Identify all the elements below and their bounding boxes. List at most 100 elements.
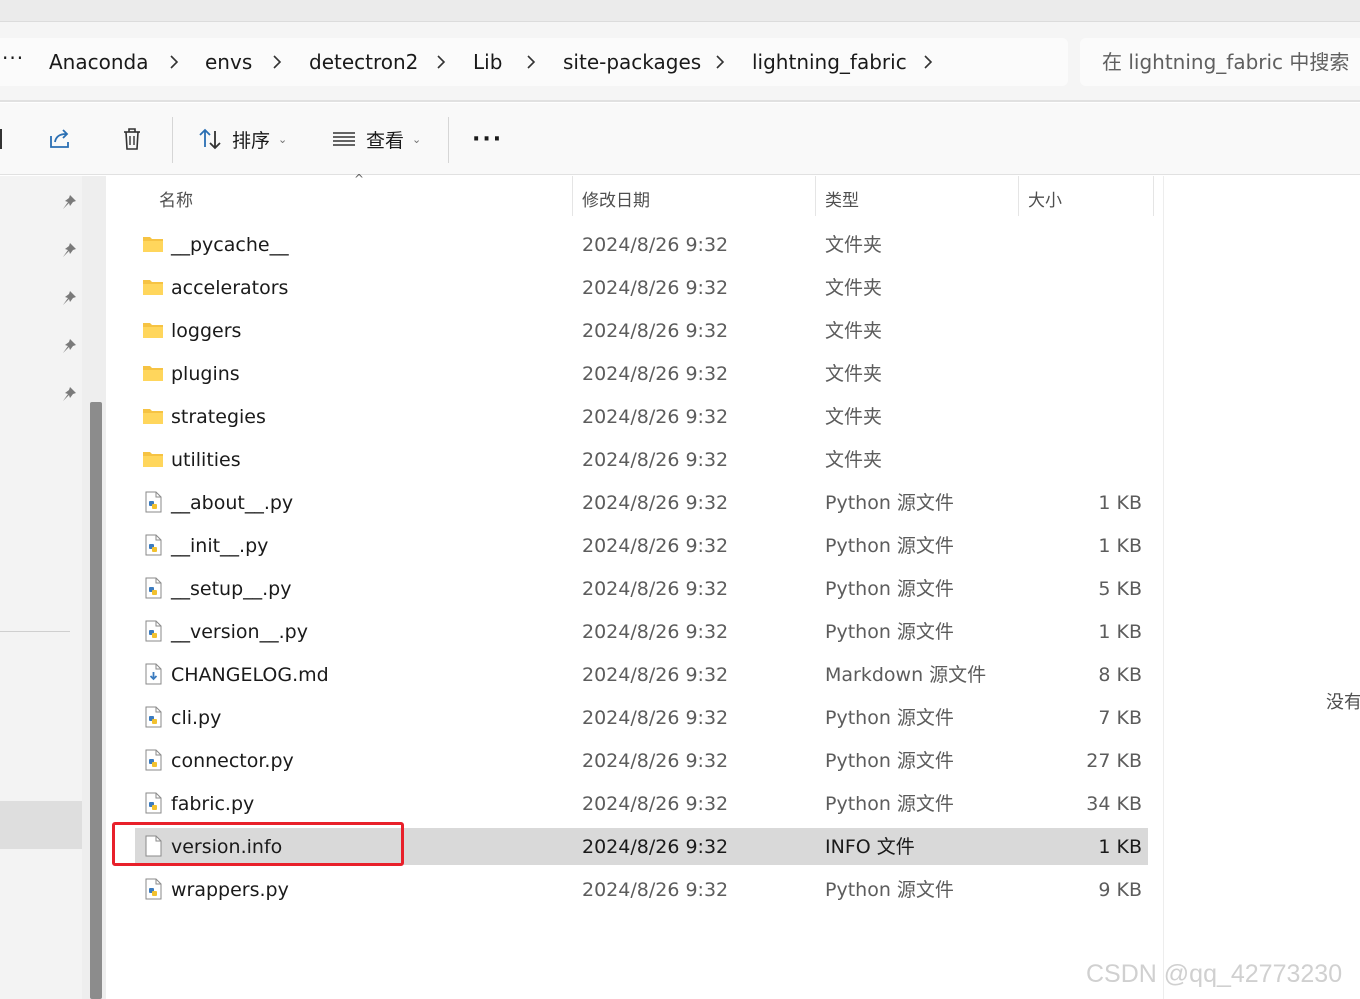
folder-icon [141,447,165,471]
file-modified-date: 2024/8/26 9:32 [582,707,729,729]
column-divider[interactable] [1018,176,1019,216]
nav-divider [0,631,70,632]
file-size: 1 KB [1098,535,1142,557]
sort-icon [199,128,221,150]
file-row[interactable]: accelerators 2024/8/26 9:32 文件夹 [135,269,1148,306]
chevron-right-icon[interactable] [521,52,541,72]
file-size: 1 KB [1098,621,1142,643]
nav-scrollbar-thumb[interactable] [90,402,102,999]
watermark: CSDN @qq_42773230 [1086,960,1343,988]
file-row[interactable]: utilities 2024/8/26 9:32 文件夹 [135,441,1148,478]
folder-icon [141,404,165,428]
column-header-size[interactable]: 大小 [1028,186,1062,211]
file-size: 9 KB [1098,879,1142,901]
file-modified-date: 2024/8/26 9:32 [582,750,729,772]
file-row[interactable]: __init__.py 2024/8/26 9:32 Python 源文件 1 KB [135,527,1148,564]
file-row[interactable]: strategies 2024/8/26 9:32 文件夹 [135,398,1148,435]
share-button[interactable] [46,119,74,159]
column-divider[interactable] [815,176,816,216]
delete-button[interactable] [118,119,146,159]
nav-selected-item[interactable] [0,801,82,849]
file-name: __init__.py [171,535,269,557]
file-modified-date: 2024/8/26 9:32 [582,578,729,600]
pin-icon[interactable] [60,289,78,307]
more-options-button[interactable]: ··· [472,119,503,159]
file-modified-date: 2024/8/26 9:32 [582,320,729,342]
annotation-highlight-box [112,822,404,866]
file-name: __pycache__ [171,234,289,256]
file-modified-date: 2024/8/26 9:32 [582,492,729,514]
file-name: plugins [171,363,240,385]
file-row[interactable]: connector.py 2024/8/26 9:32 Python 源文件 27 K… [135,742,1148,779]
file-row[interactable]: __pycache__ 2024/8/26 9:32 文件夹 [135,226,1148,263]
file-name: connector.py [171,750,294,772]
file-row[interactable]: wrappers.py 2024/8/26 9:32 Python 源文件 9 KB [135,871,1148,908]
command-bar: 排序 ⌄ 查看 ⌄ ··· [0,103,1360,175]
view-label: 查看 [366,129,405,152]
column-header-type[interactable]: 类型 [825,186,859,211]
pin-icon[interactable] [60,193,78,211]
file-row[interactable]: CHANGELOG.md 2024/8/26 9:32 Markdown 源文件 8 … [135,656,1148,693]
file-name: accelerators [171,277,289,299]
file-type: 文件夹 [825,449,883,471]
column-divider[interactable] [1153,176,1154,216]
file-type: Python 源文件 [825,707,954,729]
breadcrumb-item-lightning-fabric[interactable]: lightning_fabric [752,50,907,74]
sort-button[interactable]: 排序 ⌄ [196,119,287,159]
python-file-icon [141,705,165,729]
file-row[interactable]: fabric.py 2024/8/26 9:32 Python 源文件 34 KB [135,785,1148,822]
file-row[interactable]: loggers 2024/8/26 9:32 文件夹 [135,312,1148,349]
column-divider[interactable] [572,176,573,216]
column-header-modified[interactable]: 修改日期 [582,186,650,211]
preview-message: 没有 [1326,692,1360,713]
chevron-right-icon[interactable] [918,52,938,72]
breadcrumb-item-envs[interactable]: envs [205,50,252,74]
breadcrumb-item-detectron2[interactable]: detectron2 [309,50,418,74]
file-modified-date: 2024/8/26 9:32 [582,234,729,256]
file-row[interactable]: __about__.py 2024/8/26 9:32 Python 源文件 1 KB [135,484,1148,521]
file-type: INFO 文件 [825,836,915,858]
file-row[interactable]: __setup__.py 2024/8/26 9:32 Python 源文件 5 KB [135,570,1148,607]
partial-toolbar-button[interactable] [0,129,2,149]
file-name: cli.py [171,707,222,729]
navigation-pane [0,176,82,999]
chevron-right-icon[interactable] [267,52,287,72]
view-button[interactable]: 查看 ⌄ [330,119,421,159]
search-input[interactable]: 在 lightning_fabric 中搜索 [1080,38,1360,86]
file-row[interactable]: plugins 2024/8/26 9:32 文件夹 [135,355,1148,392]
file-name: wrappers.py [171,879,289,901]
file-type: Python 源文件 [825,535,954,557]
file-row[interactable]: cli.py 2024/8/26 9:32 Python 源文件 7 KB [135,699,1148,736]
view-list-icon [333,132,355,146]
python-file-icon [141,533,165,557]
file-type: Python 源文件 [825,793,954,815]
file-type: 文件夹 [825,234,883,256]
file-modified-date: 2024/8/26 9:32 [582,449,729,471]
file-modified-date: 2024/8/26 9:32 [582,793,729,815]
file-size: 1 KB [1098,492,1142,514]
chevron-right-icon[interactable] [710,52,730,72]
file-name: loggers [171,320,242,342]
column-header-name[interactable]: 名称 [159,186,193,211]
breadcrumb[interactable]: ··· Anaconda envs detectron2 Lib site-pa… [0,38,1068,86]
file-modified-date: 2024/8/26 9:32 [582,363,729,385]
chevron-right-icon[interactable] [164,52,184,72]
pin-icon[interactable] [60,385,78,403]
breadcrumb-item-lib[interactable]: Lib [473,50,502,74]
chevron-right-icon[interactable] [431,52,451,72]
file-modified-date: 2024/8/26 9:32 [582,277,729,299]
file-type: 文件夹 [825,363,883,385]
python-file-icon [141,619,165,643]
breadcrumb-overflow-button[interactable]: ··· [2,46,24,70]
file-size: 34 KB [1086,793,1142,815]
file-name: __setup__.py [171,578,292,600]
file-size: 7 KB [1098,707,1142,729]
pin-icon[interactable] [60,337,78,355]
breadcrumb-item-anaconda[interactable]: Anaconda [49,50,148,74]
pin-icon[interactable] [60,241,78,259]
file-name: fabric.py [171,793,255,815]
breadcrumb-item-site-packages[interactable]: site-packages [563,50,701,74]
file-modified-date: 2024/8/26 9:32 [582,836,729,858]
file-row[interactable]: __version__.py 2024/8/26 9:32 Python 源文件 1 … [135,613,1148,650]
file-modified-date: 2024/8/26 9:32 [582,879,729,901]
